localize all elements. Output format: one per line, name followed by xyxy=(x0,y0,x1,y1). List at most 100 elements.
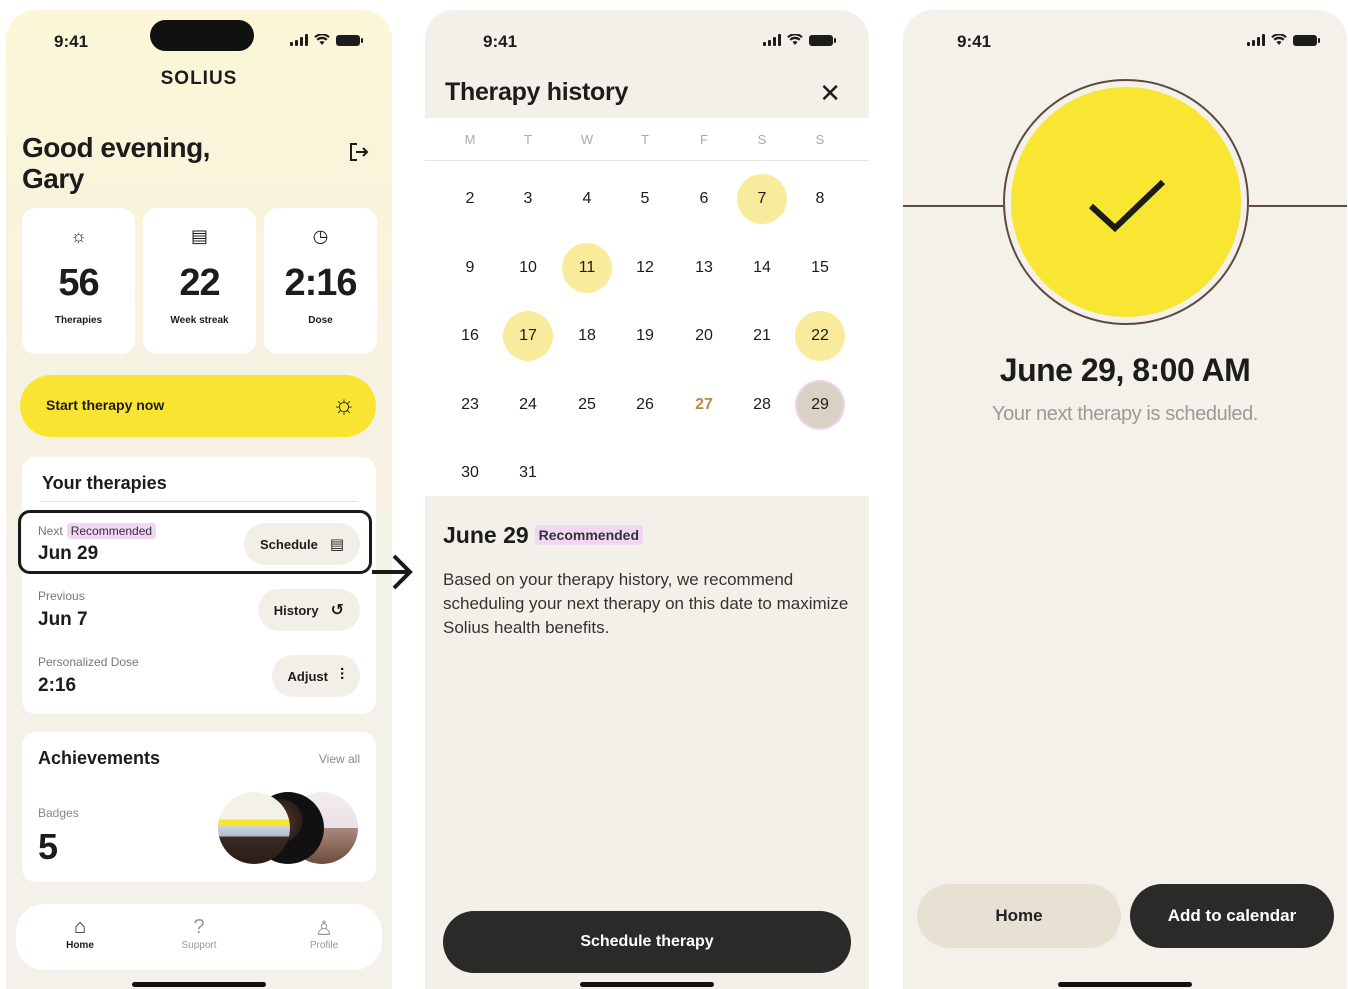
wifi-icon xyxy=(314,34,330,45)
tab-profile[interactable]: ♙ Profile xyxy=(284,916,364,951)
weekday-label: S xyxy=(815,132,825,147)
divider xyxy=(40,501,358,502)
user-name: Gary xyxy=(22,163,84,194)
wifi-icon xyxy=(1271,34,1287,45)
home-screen: 9:41 SOLIUS Good evening, Gary ☼ 56 Ther… xyxy=(6,10,392,989)
badges-count: 5 xyxy=(38,826,59,867)
clock-icon: ◷ xyxy=(312,226,329,246)
weekday-label: S xyxy=(757,132,767,147)
calendar-day[interactable]: 10 xyxy=(503,243,553,293)
achievements-title: Achievements xyxy=(38,748,161,768)
battery-icon xyxy=(1293,34,1320,46)
adjust-label: Adjust xyxy=(287,668,328,684)
previous-date: Jun 7 xyxy=(38,609,88,630)
calendar-day[interactable]: 25 xyxy=(562,380,612,430)
achievements-card: Achievements View all Badges 5 xyxy=(22,732,376,882)
calendar-day-past-therapy[interactable]: 11 xyxy=(562,243,612,293)
greeting-text: Good evening, xyxy=(22,132,210,163)
selected-date: June 29 xyxy=(443,522,529,548)
therapies-title: Your therapies xyxy=(42,473,167,493)
home-indicator xyxy=(580,982,714,987)
calendar-day[interactable]: 23 xyxy=(445,380,495,430)
weekday-label: W xyxy=(580,132,594,147)
dose-label: Personalized Dose xyxy=(38,655,139,669)
logout-icon[interactable] xyxy=(348,141,370,163)
badges-label: Badges xyxy=(38,806,79,820)
selected-date-heading: June 29 Recommended xyxy=(443,522,644,549)
close-icon[interactable]: ✕ xyxy=(819,78,841,109)
adjust-button[interactable]: Adjust ⫶ xyxy=(271,655,360,697)
signal-icon xyxy=(763,34,781,46)
stat-label: Week streak xyxy=(170,315,229,326)
confirmation-screen: 9:41 June 29, 8:00 AM Your next therapy … xyxy=(903,10,1347,989)
calendar-day[interactable]: 19 xyxy=(620,311,670,361)
calendar-day[interactable]: 21 xyxy=(737,311,787,361)
calendar-day-selected[interactable]: 29 xyxy=(797,382,843,428)
sun-icon: ☼ xyxy=(70,226,87,246)
calendar-day[interactable]: 30 xyxy=(445,448,495,498)
history-button[interactable]: History ↺ xyxy=(257,589,360,631)
calendar-day[interactable]: 16 xyxy=(445,311,495,361)
divider xyxy=(425,160,869,161)
calendar-day[interactable]: 8 xyxy=(795,174,845,224)
calendar-day[interactable]: 24 xyxy=(503,380,553,430)
status-time: 9:41 xyxy=(483,32,518,51)
tab-support[interactable]: ? Support xyxy=(159,916,239,951)
signal-icon xyxy=(290,34,308,46)
weekday-label: M xyxy=(464,132,476,147)
add-to-calendar-button[interactable]: Add to calendar xyxy=(1130,884,1334,948)
stat-week-streak: ▤ 22 Week streak xyxy=(143,208,256,354)
calendar-day-today[interactable]: 27 xyxy=(679,380,729,430)
tab-home-label: Home xyxy=(66,940,94,951)
calendar-day[interactable]: 12 xyxy=(620,243,670,293)
battery-icon xyxy=(809,34,836,46)
home-button[interactable]: Home xyxy=(917,884,1121,948)
view-all-link[interactable]: View all xyxy=(319,752,360,766)
calendar-day[interactable]: 18 xyxy=(562,311,612,361)
calendar-day[interactable]: 3 xyxy=(503,174,553,224)
start-therapy-button[interactable]: Start therapy now ☼ xyxy=(20,375,376,437)
calendar-day-past-therapy[interactable]: 7 xyxy=(737,174,787,224)
calendar-day[interactable]: 28 xyxy=(737,380,787,430)
highlight-outline xyxy=(18,510,372,574)
calendar-day-past-therapy[interactable]: 22 xyxy=(795,311,845,361)
calendar-day[interactable]: 14 xyxy=(737,243,787,293)
start-therapy-label: Start therapy now xyxy=(46,397,165,413)
calendar-day[interactable]: 13 xyxy=(679,243,729,293)
history-icon: ↺ xyxy=(330,602,344,619)
weekday-label: T xyxy=(641,132,649,147)
calendar-day[interactable]: 31 xyxy=(503,448,553,498)
signal-icon xyxy=(1247,34,1265,46)
tab-home[interactable]: ⌂ Home xyxy=(40,916,120,951)
schedule-therapy-button[interactable]: Schedule therapy xyxy=(443,911,851,973)
therapies-card: Your therapies Next Recommended Jun 29 Sc… xyxy=(22,457,376,714)
help-icon: ? xyxy=(193,916,205,938)
calendar-day[interactable]: 9 xyxy=(445,243,495,293)
stat-value: 2:16 xyxy=(284,262,357,304)
stat-dose: ◷ 2:16 Dose xyxy=(264,208,377,354)
calendar-day[interactable]: 6 xyxy=(679,174,729,224)
home-indicator xyxy=(132,982,266,987)
stat-value: 56 xyxy=(58,262,99,304)
calendar: M T W T F S S 2 3 4 5 6 7 8 9 10 11 12 1… xyxy=(425,118,869,496)
tab-profile-label: Profile xyxy=(309,940,339,951)
previous-label: Previous xyxy=(38,589,85,603)
stat-label: Dose xyxy=(308,315,333,326)
calendar-day[interactable]: 15 xyxy=(795,243,845,293)
calendar-day[interactable]: 2 xyxy=(445,174,495,224)
brand-logo: SOLIUS xyxy=(160,68,238,89)
badge-image-1 xyxy=(218,792,290,864)
recommended-badge: Recommended xyxy=(534,525,644,545)
calendar-day[interactable]: 5 xyxy=(620,174,670,224)
sliders-icon: ⫶ xyxy=(339,667,344,684)
status-bar: 9:41 xyxy=(6,32,392,56)
status-time: 9:41 xyxy=(54,32,89,51)
calendar-day[interactable]: 4 xyxy=(562,174,612,224)
checkmark-icon xyxy=(1088,179,1166,233)
calendar-day[interactable]: 26 xyxy=(620,380,670,430)
calendar-day[interactable]: 20 xyxy=(679,311,729,361)
tab-support-label: Support xyxy=(181,940,217,951)
therapy-history-screen: 9:41 Therapy history ✕ M T W T F S S 2 3… xyxy=(425,10,869,989)
calendar-day-past-therapy[interactable]: 17 xyxy=(503,311,553,361)
arrow-right-icon xyxy=(372,554,413,590)
